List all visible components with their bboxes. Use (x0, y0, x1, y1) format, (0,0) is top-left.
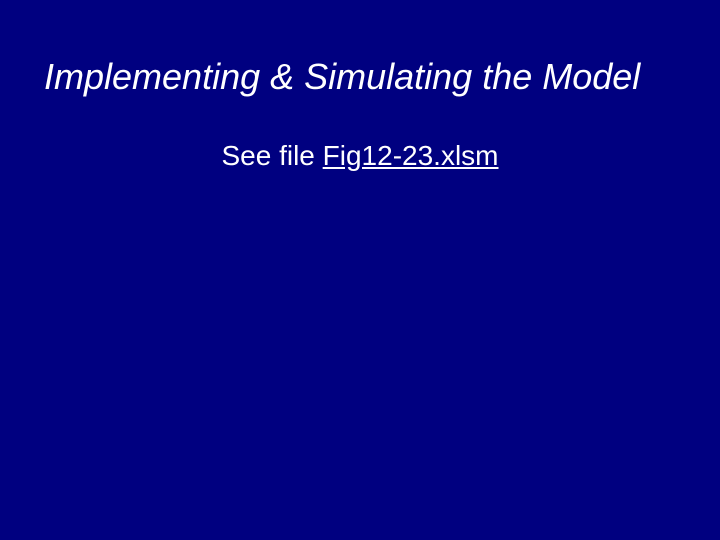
slide-title: Implementing & Simulating the Model (44, 56, 676, 98)
subtitle-prefix: See file (221, 140, 322, 171)
subtitle-line: See file Fig12-23.xlsm (0, 140, 720, 172)
slide: Implementing & Simulating the Model See … (0, 0, 720, 540)
file-link[interactable]: Fig12-23.xlsm (323, 140, 499, 171)
